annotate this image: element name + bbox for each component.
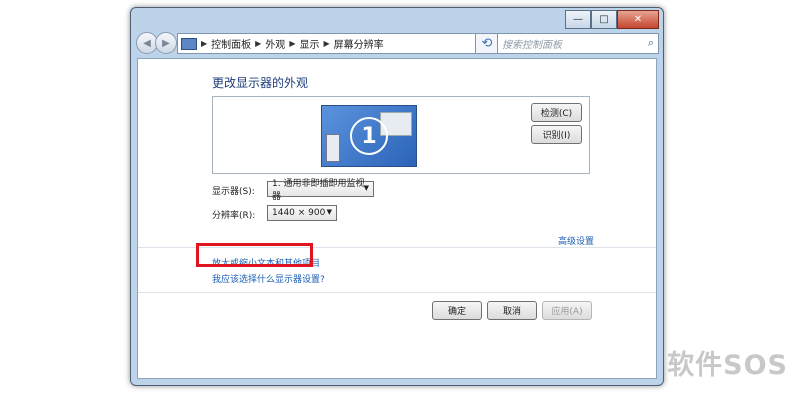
breadcrumb-appearance[interactable]: 外观 [265,36,285,51]
display-label: 显示器(S): [212,187,255,197]
search-placeholder: 搜索控制面板 [502,40,562,51]
resolution-select-value: 1440 × 900 [272,208,326,218]
refresh-button[interactable]: ⟲ [475,33,499,54]
maximize-button[interactable]: □ [591,10,617,29]
resolution-select[interactable]: 1440 × 900 ▼ [267,205,337,221]
cancel-button[interactable]: 取消 [487,301,537,320]
chevron-down-icon: ▼ [363,184,369,192]
refresh-icon: ⟲ [481,36,493,51]
highlight-box [196,243,313,267]
display-select-value: 1. 通用非即插即用监视器 [272,179,365,202]
apply-button[interactable]: 应用(A) [542,301,592,320]
display-preview: 1 检测(C) 识别(I) [212,96,590,174]
chevron-right-icon: ▶ [201,39,208,48]
display-select[interactable]: 1. 通用非即插即用监视器 ▼ [267,179,374,202]
watermark-logo: 软件SOS [667,350,788,381]
chevron-right-icon: ▶ [255,39,262,48]
control-panel-window: — □ ✕ ◀ ▶ ▶ 控制面板 ▶ 外观 ▶ 显示 ▶ 屏幕分辨率 ▼ ⟲ 搜… [130,7,664,386]
back-arrow-icon: ◀ [143,37,151,49]
monitor-number: 1 [350,117,388,155]
resolution-label: 分辨率(R): [212,211,256,221]
minimize-button[interactable]: — [565,10,591,29]
caption-buttons: — □ ✕ [565,10,659,29]
forward-arrow-icon: ▶ [162,37,170,49]
advanced-settings-link[interactable]: 高级设置 [558,234,594,247]
detect-button[interactable]: 检测(C) [531,103,582,122]
breadcrumb-display[interactable]: 显示 [299,36,319,51]
chevron-right-icon: ▶ [289,39,296,48]
chevron-right-icon: ▶ [323,39,330,48]
identify-button[interactable]: 识别(I) [531,125,582,144]
control-panel-icon [181,37,197,50]
search-icon[interactable]: ⌕ [648,36,654,50]
chevron-down-icon: ▼ [326,208,332,216]
search-input[interactable]: 搜索控制面板 ⌕ [497,33,659,54]
divider [138,292,656,293]
address-bar[interactable]: ▶ 控制面板 ▶ 外观 ▶ 显示 ▶ 屏幕分辨率 ▼ [177,33,494,54]
page-title: 更改显示器的外观 [212,76,309,90]
monitor-icon[interactable]: 1 [321,105,417,167]
forward-button[interactable]: ▶ [155,32,177,54]
ok-button[interactable]: 确定 [432,301,482,320]
breadcrumb-control-panel[interactable]: 控制面板 [211,36,251,51]
display-help-link[interactable]: 我应该选择什么显示器设置? [212,272,325,285]
close-button[interactable]: ✕ [617,10,659,29]
tower-thumbnail [326,134,340,162]
content-pane: 更改显示器的外观 1 检测(C) 识别(I) 显示器(S): 1. 通用非即插即… [137,58,657,379]
breadcrumb-screen-resolution[interactable]: 屏幕分辨率 [334,36,384,51]
